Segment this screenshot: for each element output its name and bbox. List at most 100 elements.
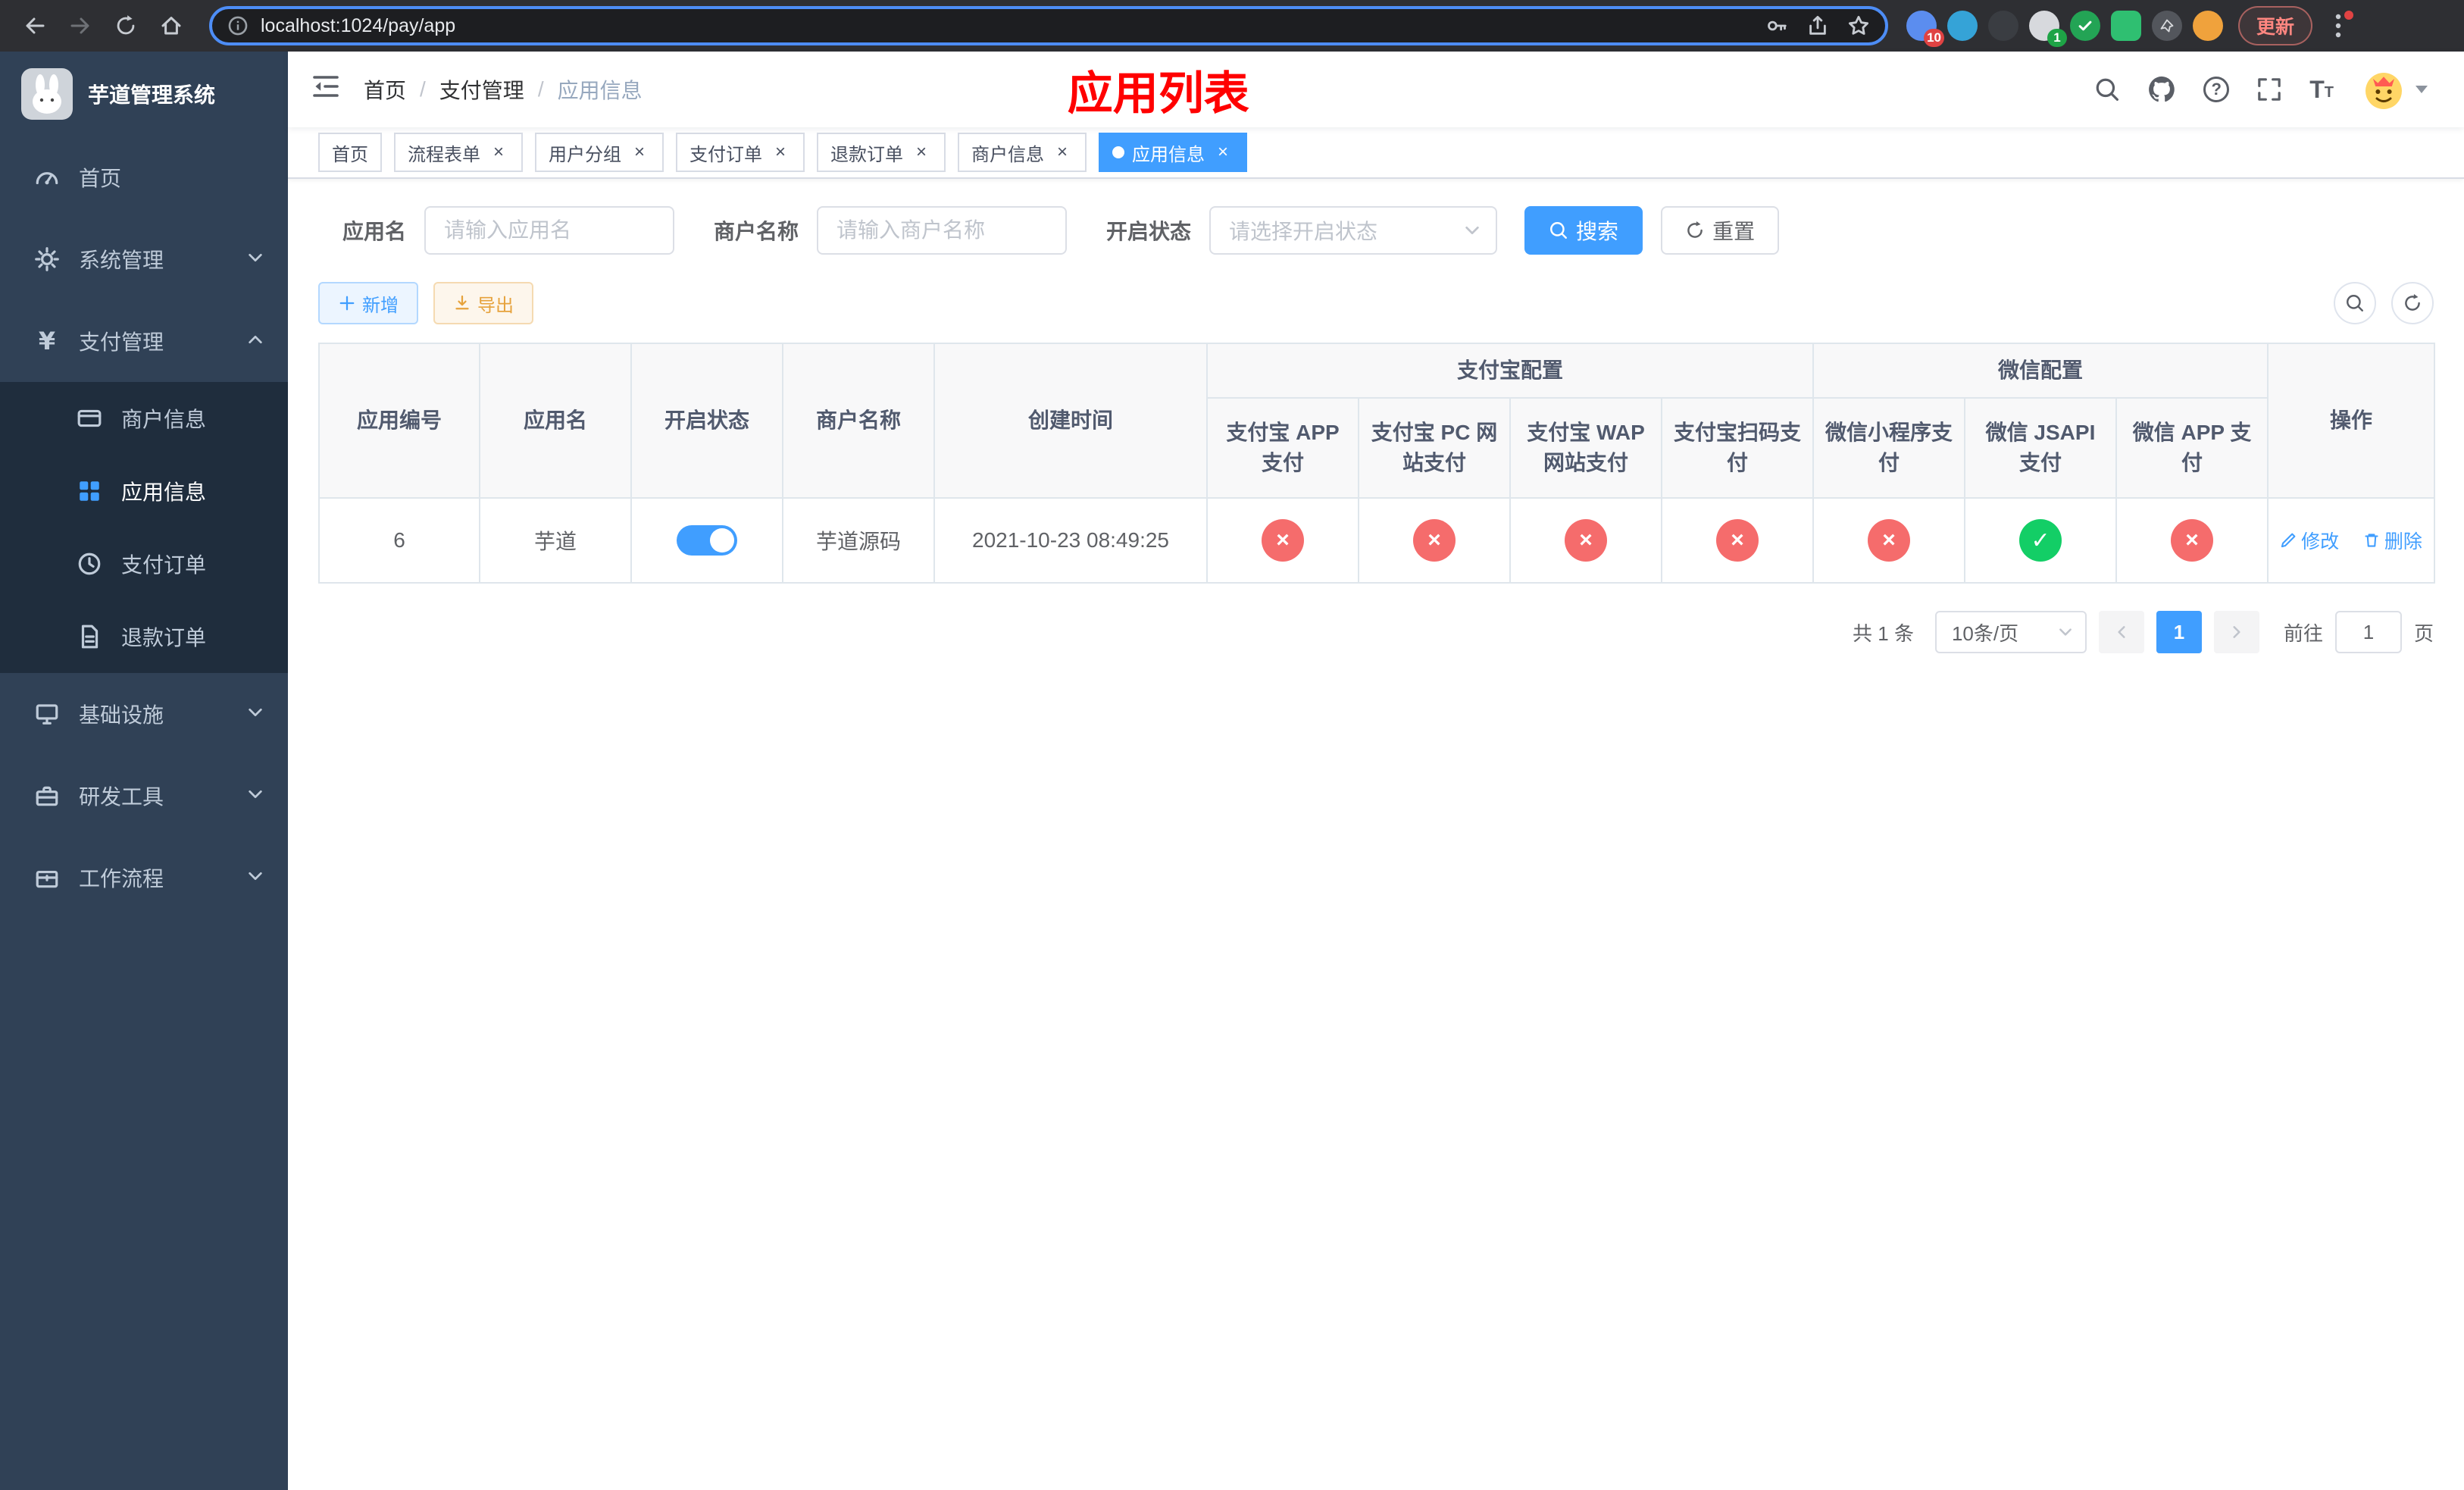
main-area: 首页 / 支付管理 / 应用信息 应用列表 ? TT 首页 流程表单 × 用户分… <box>288 52 2464 1490</box>
chevron-down-icon <box>247 866 264 890</box>
sidebar-item-dev-tools[interactable]: 研发工具 <box>0 755 288 837</box>
browser-reload-button[interactable] <box>106 6 145 45</box>
tab-home[interactable]: 首页 <box>318 133 382 172</box>
extension-icon[interactable] <box>1947 11 1978 41</box>
search-button-label: 搜索 <box>1576 220 1619 243</box>
extension-icon[interactable] <box>2070 11 2100 41</box>
export-button[interactable]: 导出 <box>433 282 533 324</box>
sidebar-item-payment[interactable]: ¥ 支付管理 <box>0 300 288 382</box>
status-label: 开启状态 <box>1106 220 1192 243</box>
sidebar-item-app-info[interactable]: 应用信息 <box>0 455 288 527</box>
sidebar-item-home[interactable]: 首页 <box>0 136 288 218</box>
sidebar-item-workflow[interactable]: 工作流程 <box>0 837 288 919</box>
tab-refund-orders[interactable]: 退款订单 × <box>817 133 946 172</box>
cell-wechat-app: × <box>2115 497 2269 584</box>
browser-update-button[interactable]: 更新 <box>2238 6 2313 45</box>
prev-page-button[interactable] <box>2098 611 2144 653</box>
close-icon[interactable]: × <box>1212 142 1234 163</box>
sidebar-logo[interactable]: 芋道管理系统 <box>0 52 288 136</box>
tab-process-form[interactable]: 流程表单 × <box>394 133 523 172</box>
password-key-icon[interactable] <box>1765 14 1788 37</box>
browser-forward-button[interactable] <box>61 6 100 45</box>
status-select[interactable]: 请选择开启状态 <box>1209 206 1498 255</box>
avatar <box>2366 73 2402 109</box>
delete-button[interactable]: 删除 <box>2363 527 2422 554</box>
tab-app-info[interactable]: 应用信息 × <box>1099 133 1247 172</box>
github-icon[interactable] <box>2147 75 2176 104</box>
next-page-button[interactable] <box>2213 611 2259 653</box>
refresh-table-button[interactable] <box>2391 282 2434 324</box>
sidebar-item-payment-orders[interactable]: 支付订单 <box>0 527 288 600</box>
url-text[interactable]: localhost:1024/pay/app <box>261 15 1765 37</box>
search-icon[interactable] <box>2094 77 2120 102</box>
cell-created-at: 2021-10-23 08:49:25 <box>933 497 1208 584</box>
extension-icon[interactable] <box>2193 11 2223 41</box>
sidebar-item-label: 首页 <box>79 167 122 190</box>
sidebar-collapse-icon[interactable] <box>312 75 339 104</box>
edit-label: 修改 <box>2301 531 2340 552</box>
extension-icon[interactable]: 10 <box>1906 11 1944 47</box>
cell-app-id: 6 <box>318 497 480 584</box>
tab-user-group[interactable]: 用户分组 × <box>535 133 664 172</box>
sidebar-item-merchant-info[interactable]: 商户信息 <box>0 382 288 455</box>
gear-icon <box>33 246 61 272</box>
extension-badge: 1 <box>2047 29 2067 47</box>
help-icon[interactable]: ? <box>2203 77 2230 102</box>
user-menu[interactable] <box>2361 67 2428 112</box>
extension-icon[interactable] <box>2152 11 2182 41</box>
breadcrumb-current: 应用信息 <box>557 79 643 102</box>
delete-label: 删除 <box>2384 531 2422 552</box>
close-icon[interactable]: × <box>911 142 932 163</box>
sidebar-item-label: 支付管理 <box>79 330 164 354</box>
tab-merchant-info[interactable]: 商户信息 × <box>958 133 1087 172</box>
extension-icon[interactable] <box>1988 11 2018 41</box>
col-header-alipay-pc: 支付宝 PC 网站支付 <box>1358 397 1511 499</box>
merchant-name-input[interactable] <box>817 206 1068 255</box>
app-name-input[interactable] <box>424 206 675 255</box>
extension-icon[interactable]: 1 <box>2029 11 2067 47</box>
font-size-icon[interactable]: TT <box>2309 77 2334 102</box>
sidebar-item-infrastructure[interactable]: 基础设施 <box>0 673 288 755</box>
col-header-wechat-app: 微信 APP 支付 <box>2115 397 2269 499</box>
breadcrumb-payment[interactable]: 支付管理 <box>439 74 524 105</box>
add-button[interactable]: 新增 <box>318 282 418 324</box>
plus-icon <box>339 296 355 311</box>
col-header-app-name: 应用名 <box>479 343 632 499</box>
goto-page-input[interactable] <box>2334 611 2402 653</box>
extension-icon[interactable] <box>2111 11 2141 41</box>
cell-alipay-app: × <box>1206 497 1359 584</box>
address-bar[interactable]: localhost:1024/pay/app <box>209 6 1888 45</box>
search-button[interactable]: 搜索 <box>1524 206 1643 255</box>
browser-menu-icon[interactable] <box>2322 6 2355 45</box>
fullscreen-icon[interactable] <box>2256 77 2282 102</box>
chevron-down-icon <box>2059 628 2072 636</box>
toggle-search-button[interactable] <box>2334 282 2376 324</box>
sidebar-item-system[interactable]: 系统管理 <box>0 218 288 300</box>
page-size-select[interactable]: 10条/页 <box>1934 611 2087 653</box>
close-icon[interactable]: × <box>629 142 650 163</box>
tab-payment-orders[interactable]: 支付订单 × <box>676 133 805 172</box>
site-info-icon[interactable] <box>227 15 249 36</box>
share-icon[interactable] <box>1806 14 1829 37</box>
close-icon[interactable]: × <box>488 142 509 163</box>
sidebar-item-refund-orders[interactable]: 退款订单 <box>0 600 288 673</box>
reset-button[interactable]: 重置 <box>1661 206 1780 255</box>
edit-button[interactable]: 修改 <box>2280 527 2339 554</box>
cell-alipay-wap: × <box>1509 497 1662 584</box>
breadcrumb-home[interactable]: 首页 <box>364 74 406 105</box>
table-toolbar: 新增 导出 <box>318 282 2434 324</box>
dashboard-icon <box>33 164 61 190</box>
cell-wechat-lite: × <box>1812 497 1966 584</box>
bookmark-star-icon[interactable] <box>1847 14 1870 37</box>
reset-button-label: 重置 <box>1712 220 1756 243</box>
breadcrumb-separator: / <box>537 77 544 101</box>
browser-home-button[interactable] <box>152 6 191 45</box>
page-number-button[interactable]: 1 <box>2156 611 2202 653</box>
small-t-glyph: T <box>2324 84 2334 101</box>
close-icon[interactable]: × <box>770 142 791 163</box>
goto-page: 前往 页 <box>2284 611 2434 653</box>
close-icon[interactable]: × <box>1052 142 1073 163</box>
status-toggle[interactable] <box>677 525 737 556</box>
tab-label: 商户信息 <box>971 144 1044 165</box>
browser-back-button[interactable] <box>15 6 55 45</box>
